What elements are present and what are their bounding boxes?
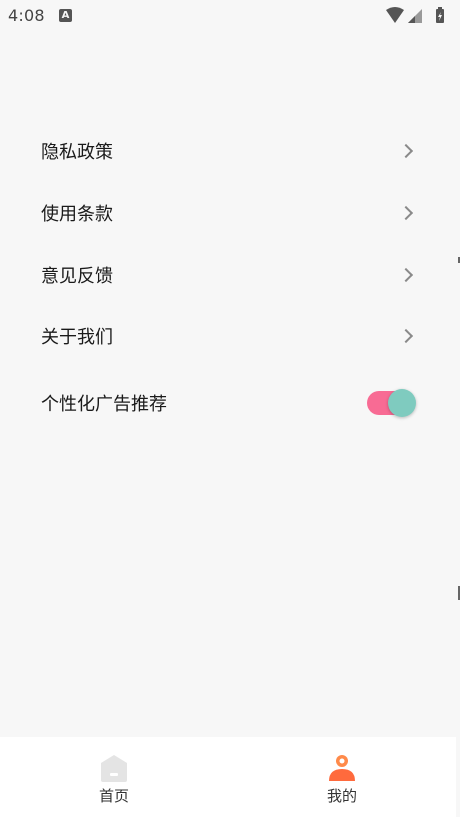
battery-charging-icon <box>436 7 444 23</box>
signal-icon <box>408 9 422 23</box>
settings-item-about-us[interactable]: 关于我们 <box>0 305 456 367</box>
settings-item-terms-of-use[interactable]: 使用条款 <box>0 182 456 244</box>
tab-home[interactable]: 首页 <box>0 737 228 817</box>
status-time: 4:08 <box>8 6 45 25</box>
chevron-right-icon <box>398 143 414 159</box>
settings-item-label: 关于我们 <box>41 327 113 348</box>
profile-icon <box>327 753 357 783</box>
settings-item-privacy-policy[interactable]: 隐私政策 <box>0 120 456 182</box>
personalized-ads-label: 个性化广告推荐 <box>41 394 167 415</box>
personalized-ads-toggle[interactable] <box>367 389 416 417</box>
settings-item-feedback[interactable]: 意见反馈 <box>0 244 456 306</box>
home-icon <box>99 753 129 783</box>
tab-label: 首页 <box>98 787 129 805</box>
settings-item-label: 隐私政策 <box>41 142 113 163</box>
chevron-right-icon <box>398 267 414 283</box>
tab-profile[interactable]: 我的 <box>228 737 456 817</box>
status-icons <box>382 6 452 26</box>
chevron-right-icon <box>398 328 414 344</box>
settings-item-label: 意见反馈 <box>41 266 113 287</box>
bottom-tab-bar: 首页 我的 <box>0 737 456 817</box>
status-bar: 4:08 A <box>0 0 460 32</box>
settings-item-personalized-ads: 个性化广告推荐 <box>0 372 456 434</box>
toggle-knob <box>388 389 416 417</box>
wifi-icon <box>386 7 404 23</box>
tab-label: 我的 <box>326 787 357 805</box>
notification-a-icon: A <box>59 9 72 22</box>
chevron-right-icon <box>398 205 414 221</box>
settings-item-label: 使用条款 <box>41 204 113 225</box>
